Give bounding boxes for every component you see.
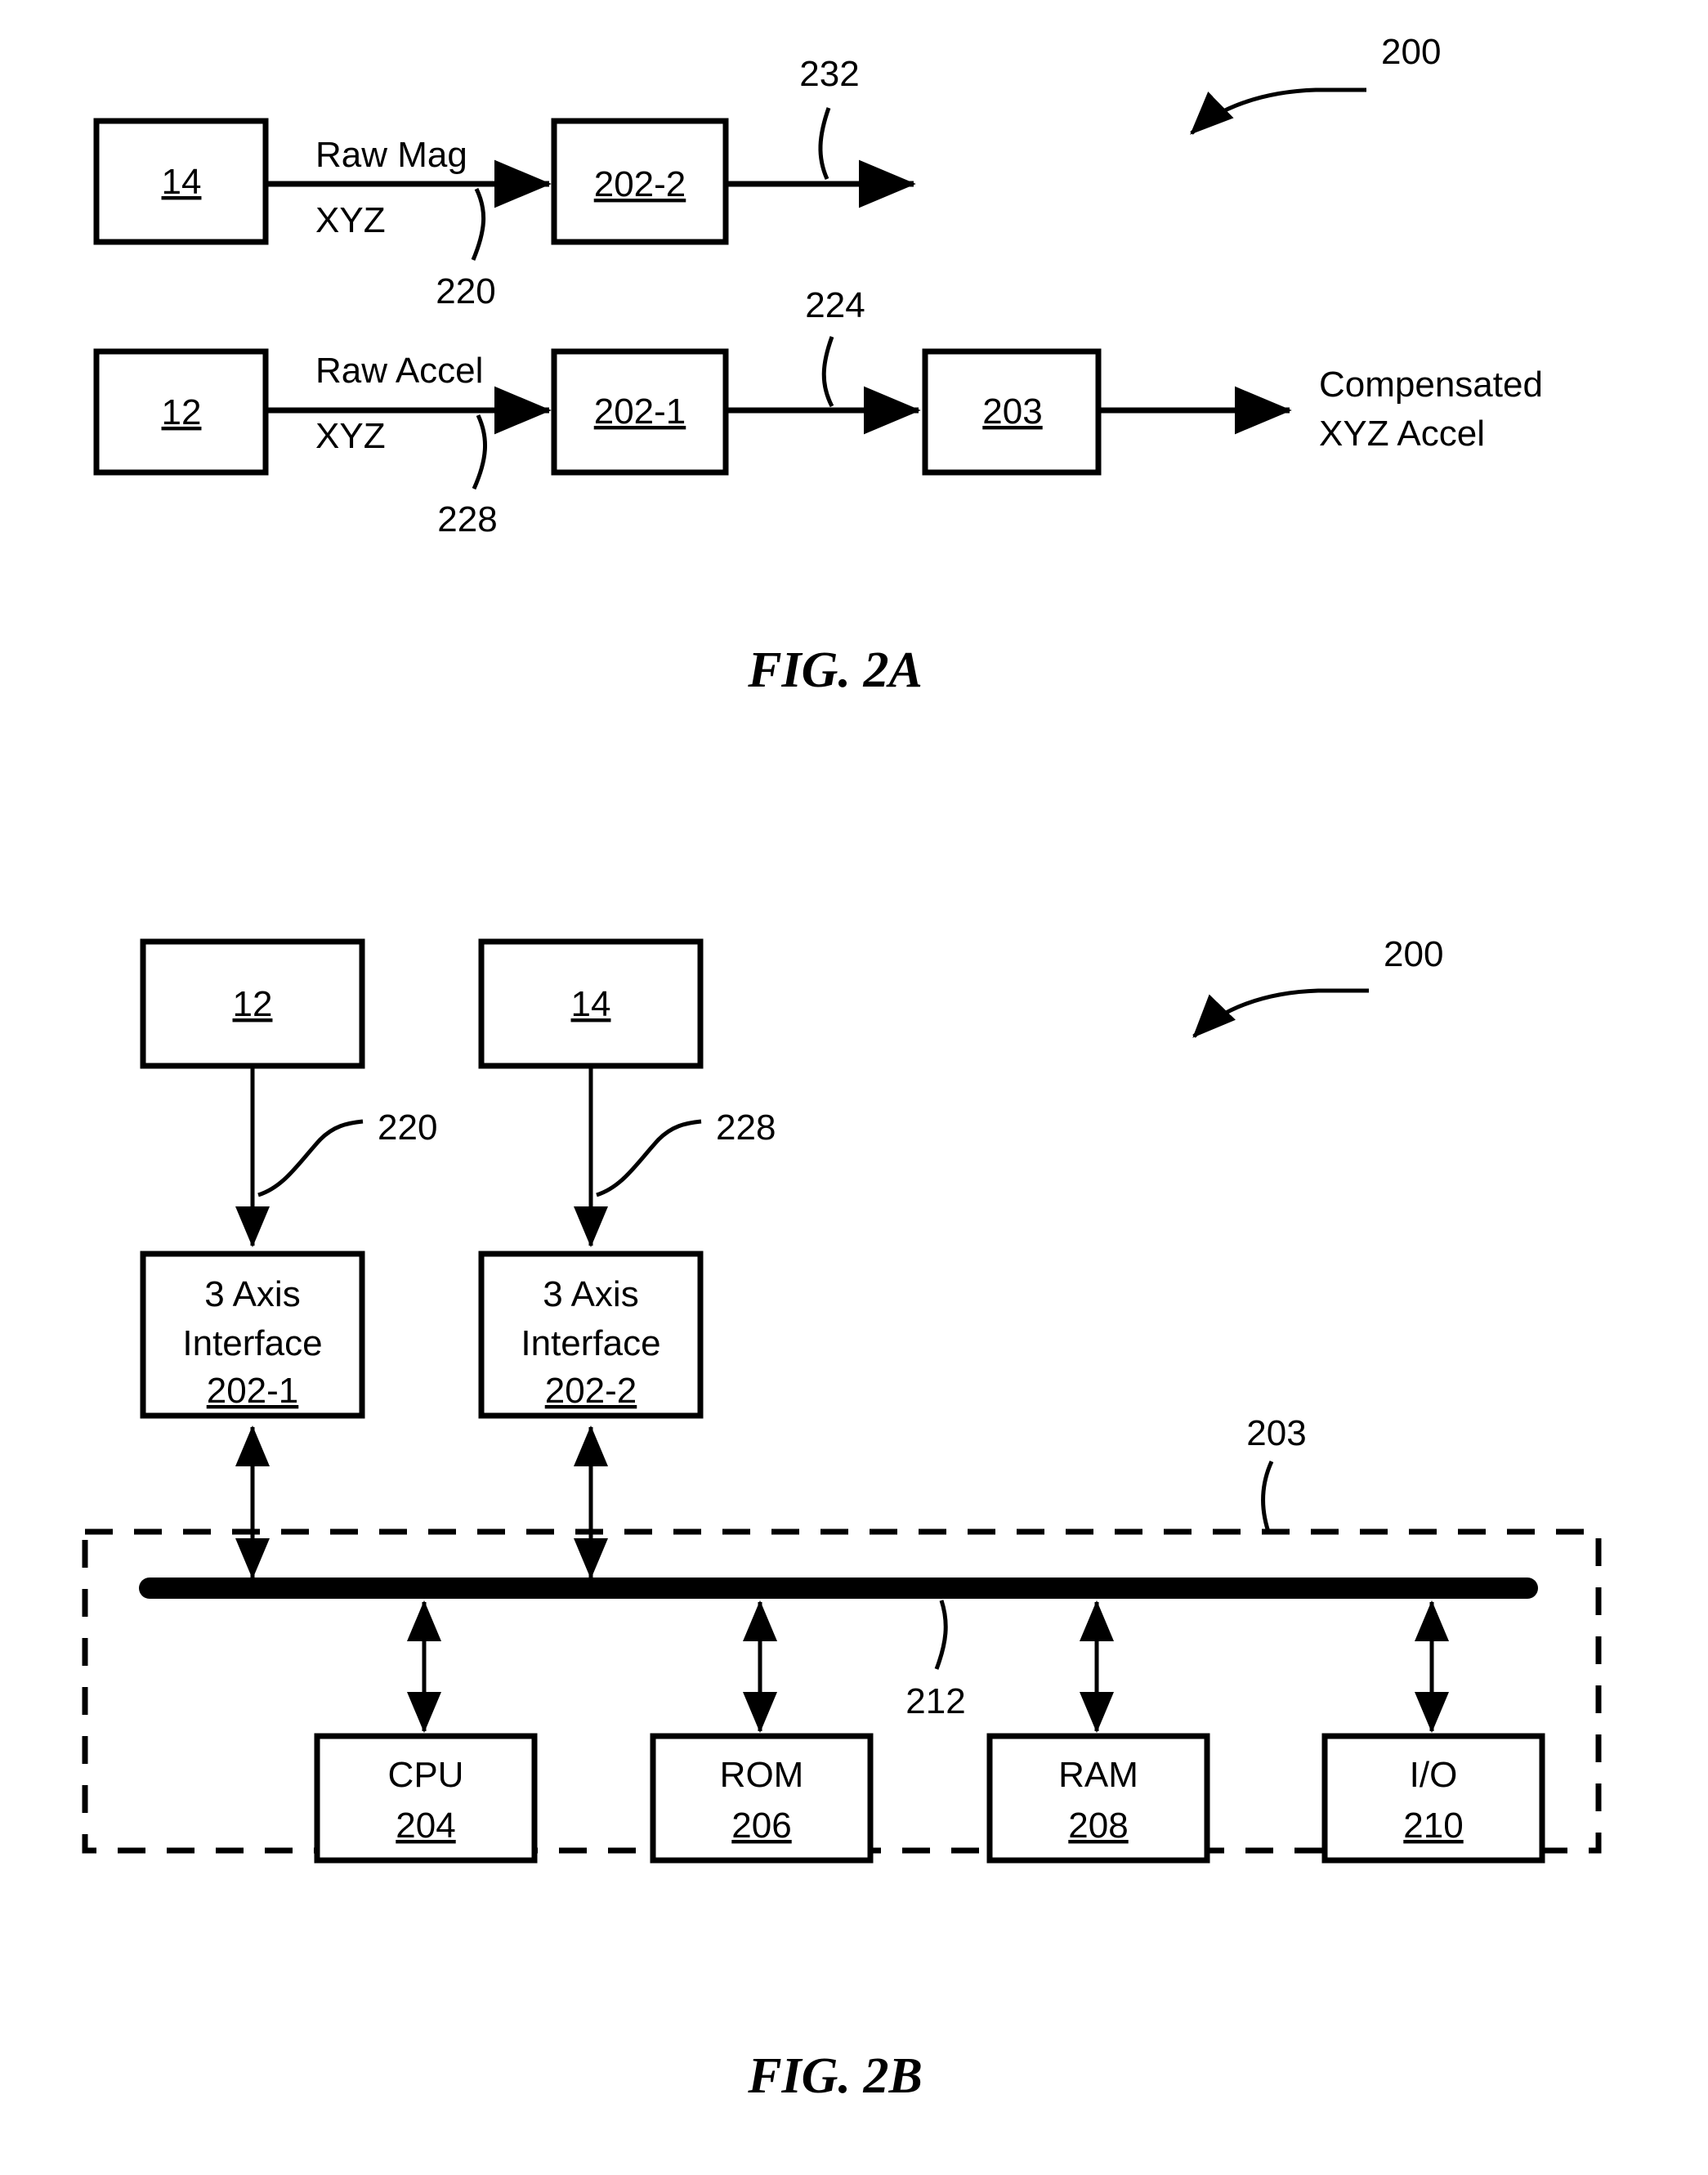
fig2b-controller-203: 203 212 CPU 204 ROM 206 RAM 208 I/O 210 (82, 1413, 1602, 1864)
fig2b-link-ref-228: 228 (596, 1108, 776, 1197)
fig2b-interface-box-202-2: 3 Axis Interface 202-2 (478, 1251, 704, 1419)
fig2a-interface-box-202-1-ref: 202-1 (594, 392, 686, 432)
fig2b-module-ram-name: RAM (1058, 1755, 1138, 1795)
fig2a-interface-box-202-2: 202-2 (551, 118, 729, 245)
fig2a-source-box-12: 12 (93, 348, 269, 476)
fig2b-module-cpu-ref: 204 (396, 1806, 455, 1846)
fig2a-signal-ref-220-label: 220 (436, 271, 495, 311)
fig2b-interface-202-2-title-line1: 3 Axis (543, 1274, 638, 1314)
fig2a-mag-chain: 14 Raw Mag XYZ 220 202-2 232 (93, 54, 916, 311)
fig2b-interface-202-1-title-line1: 3 Axis (204, 1274, 300, 1314)
fig2b-bus-ref-212-label: 212 (905, 1681, 965, 1721)
system-ref-200-fig2b: 200 (1192, 934, 1443, 1038)
fig2b-link-ref-228-label: 228 (716, 1108, 776, 1148)
fig2a-compensated-label-line2: XYZ Accel (1319, 414, 1485, 454)
fig2a-raw-mag-label-line1: Raw Mag (315, 135, 467, 175)
fig2a-output-ref-232-label: 232 (799, 54, 859, 94)
fig2b-sensor-box-12: 12 (140, 938, 365, 1069)
fig2b-module-rom: ROM 206 (650, 1600, 874, 1864)
fig2a-source-box-14-ref: 14 (162, 162, 202, 202)
fig2a-compensated-label-line1: Compensated (1319, 365, 1543, 405)
fig2a-controller-box-203: 203 (922, 348, 1102, 476)
fig2a-raw-accel-label-line1: Raw Accel (315, 351, 483, 391)
fig2b-module-ram-ref: 208 (1068, 1806, 1128, 1846)
fig2b-bus-ref-212: 212 (905, 1600, 966, 1721)
fig2a-signal-ref-228: 228 (437, 414, 498, 539)
fig2a-intermediate-ref-224-label: 224 (805, 285, 865, 325)
fig2b-module-io-ref: 210 (1403, 1806, 1463, 1846)
fig2a-interface-box-202-1: 202-1 (551, 348, 729, 476)
patent-drawing-sheet: 200 14 Raw Mag XYZ 220 202-2 232 12 Raw … (0, 0, 1708, 2175)
fig2b-interface-202-2-title-line2: Interface (521, 1323, 660, 1363)
fig2b-module-cpu-name: CPU (388, 1755, 464, 1795)
system-ref-200-fig2b-label: 200 (1384, 934, 1443, 974)
fig2a-caption: FIG. 2A (747, 642, 923, 698)
figure-canvas: 200 14 Raw Mag XYZ 220 202-2 232 12 Raw … (82, 32, 1602, 2104)
fig2a-controller-box-203-ref: 203 (982, 392, 1042, 432)
fig2b-module-cpu: CPU 204 (314, 1600, 538, 1864)
fig2b-interface-box-202-1: 3 Axis Interface 202-1 (140, 1251, 365, 1419)
fig2a-source-box-14: 14 (93, 118, 269, 245)
fig2b-interface-202-1-title-line2: Interface (182, 1323, 322, 1363)
fig2a-accel-chain: 12 Raw Accel XYZ 228 202-1 224 203 Compe… (93, 285, 1543, 539)
fig2b-sensor-box-12-ref: 12 (233, 984, 273, 1024)
fig2a-raw-accel-label-line2: XYZ (315, 416, 386, 456)
figure-2a: 200 14 Raw Mag XYZ 220 202-2 232 12 Raw … (93, 32, 1543, 698)
system-ref-200-label: 200 (1381, 32, 1441, 72)
fig2b-module-io: I/O 210 (1321, 1600, 1545, 1864)
figure-2b: 200 12 220 14 228 3 Axis Interface 202-1… (82, 934, 1602, 2104)
fig2a-signal-ref-228-label: 228 (437, 499, 497, 539)
fig2a-source-box-12-ref: 12 (162, 392, 202, 432)
fig2a-interface-box-202-2-ref: 202-2 (594, 164, 686, 204)
fig2b-module-rom-name: ROM (720, 1755, 804, 1795)
fig2b-controller-ref-203: 203 (1246, 1413, 1307, 1533)
fig2a-output-ref-232: 232 (799, 54, 860, 181)
fig2b-interface-202-2-ref: 202-2 (545, 1371, 637, 1411)
fig2b-link-ref-220: 220 (257, 1108, 437, 1197)
fig2b-sensor-box-14-ref: 14 (571, 984, 611, 1024)
fig2b-bus-bar (139, 1578, 1538, 1599)
fig2b-caption: FIG. 2B (747, 2048, 923, 2104)
fig2b-module-io-name: I/O (1410, 1755, 1458, 1795)
fig2b-interface-202-1-ref: 202-1 (207, 1371, 299, 1411)
fig2b-controller-ref-203-label: 203 (1246, 1413, 1306, 1453)
fig2a-intermediate-ref-224: 224 (805, 285, 865, 408)
fig2b-sensor-box-14: 14 (478, 938, 704, 1069)
fig2b-module-ram: RAM 208 (986, 1600, 1210, 1864)
fig2b-module-rom-ref: 206 (731, 1806, 791, 1846)
fig2a-signal-ref-220: 220 (436, 187, 496, 311)
fig2b-link-ref-220-label: 220 (378, 1108, 437, 1148)
fig2a-raw-mag-label-line2: XYZ (315, 200, 386, 240)
system-ref-200-fig2a: 200 (1190, 32, 1441, 135)
